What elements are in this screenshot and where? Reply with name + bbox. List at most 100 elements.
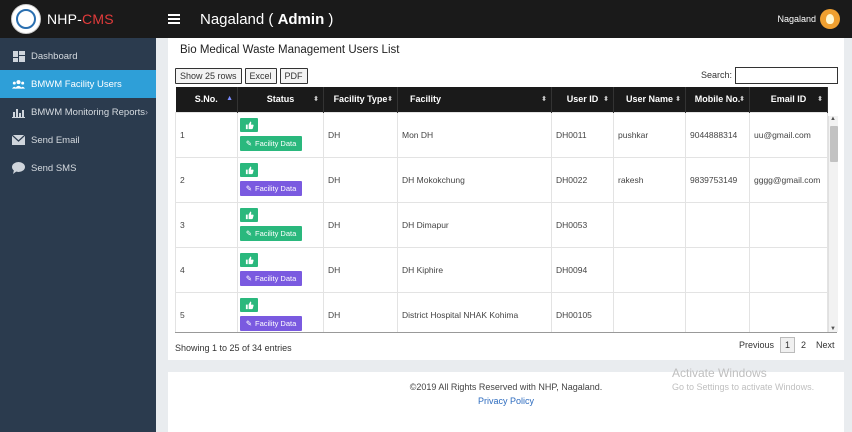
column-header-status[interactable]: Status ⬍ bbox=[237, 87, 324, 112]
column-header-facility[interactable]: Facility ⬍ bbox=[397, 87, 552, 112]
sort-icon: ⬍ bbox=[387, 96, 393, 103]
sidebar-item-dashboard[interactable]: Dashboard bbox=[0, 42, 156, 70]
sort-asc-icon: ▲ bbox=[226, 95, 233, 102]
privacy-policy-link[interactable]: Privacy Policy bbox=[168, 396, 844, 406]
pencil-icon: ✎ bbox=[245, 319, 253, 328]
users-table-wrapper: S.No. ▲ Status ⬍ Facility Type ⬍ Facility ⬍ … bbox=[175, 87, 837, 333]
column-header-user-name[interactable]: User Name ⬍ bbox=[613, 87, 686, 112]
sidebar-item-label: BMWM Facility Users bbox=[31, 78, 122, 90]
table-scrollbar[interactable]: ▲ ▼ bbox=[828, 116, 838, 332]
nhp-logo[interactable] bbox=[11, 4, 41, 34]
cell-email bbox=[749, 246, 828, 293]
thumbs-up-icon[interactable] bbox=[240, 253, 258, 267]
facility-data-label: Facility Data bbox=[255, 319, 297, 328]
menu-toggle-icon[interactable] bbox=[168, 14, 180, 24]
cell-mobile bbox=[685, 246, 750, 293]
pdf-button[interactable]: PDF bbox=[279, 68, 308, 84]
column-header-facility-type[interactable]: Facility Type ⬍ bbox=[323, 87, 398, 112]
column-header-user-id[interactable]: User ID ⬍ bbox=[551, 87, 614, 112]
show-rows-button[interactable]: Show 25 rows bbox=[175, 68, 242, 84]
thumbs-up-icon[interactable] bbox=[240, 298, 258, 312]
cell-sno: 3 bbox=[175, 201, 238, 248]
cell-facility: DH Kiphire bbox=[397, 246, 552, 293]
cell-status: ✎ Facility Data bbox=[237, 111, 324, 158]
cell-mobile bbox=[685, 201, 750, 248]
facility-data-button[interactable]: ✎ Facility Data bbox=[240, 226, 302, 241]
sort-icon: ⬍ bbox=[541, 96, 547, 103]
sort-icon: ⬍ bbox=[675, 96, 681, 103]
cell-email bbox=[749, 201, 828, 248]
facility-data-button[interactable]: ✎ Facility Data bbox=[240, 271, 302, 286]
user-name: Nagaland bbox=[777, 14, 816, 24]
users-icon bbox=[12, 79, 25, 90]
bar-chart-icon bbox=[12, 107, 25, 118]
page-button-1[interactable]: 1 bbox=[780, 337, 796, 353]
facility-data-button[interactable]: ✎ Facility Data bbox=[240, 181, 302, 196]
table-header-row: S.No. ▲ Status ⬍ Facility Type ⬍ Facility ⬍ … bbox=[175, 87, 828, 112]
cell-mobile bbox=[685, 291, 750, 332]
column-header-mobile[interactable]: Mobile No. ⬍ bbox=[685, 87, 750, 112]
sidebar-item-send-sms[interactable]: Send SMS bbox=[0, 154, 156, 182]
excel-button[interactable]: Excel bbox=[244, 68, 277, 84]
cell-status: ✎ Facility Data bbox=[237, 291, 324, 332]
thumbs-up-icon[interactable] bbox=[240, 118, 258, 132]
cell-facility-type: DH bbox=[323, 201, 398, 248]
sort-icon: ⬍ bbox=[313, 96, 319, 103]
watermark-title: Activate Windows bbox=[672, 366, 767, 380]
page-button-2[interactable]: 2 bbox=[797, 338, 810, 352]
cell-user-id: DH0011 bbox=[551, 111, 614, 158]
facility-data-label: Facility Data bbox=[255, 184, 297, 193]
sort-icon: ⬍ bbox=[603, 96, 609, 103]
facility-data-label: Facility Data bbox=[255, 139, 297, 148]
cell-sno: 4 bbox=[175, 246, 238, 293]
search-input[interactable] bbox=[735, 67, 838, 84]
pencil-icon: ✎ bbox=[245, 274, 253, 283]
user-menu[interactable]: Nagaland bbox=[777, 9, 840, 29]
pagination: Previous 1 2 Next bbox=[735, 337, 839, 353]
cell-status: ✎ Facility Data bbox=[237, 201, 324, 248]
sidebar-item-label: BMWM Monitoring Reports bbox=[31, 106, 146, 118]
sort-icon: ⬍ bbox=[739, 96, 745, 103]
scroll-down-icon[interactable]: ▼ bbox=[830, 326, 836, 332]
scroll-up-icon[interactable]: ▲ bbox=[830, 116, 836, 122]
sidebar-item-send-email[interactable]: Send Email bbox=[0, 126, 156, 154]
facility-data-button[interactable]: ✎ Facility Data bbox=[240, 316, 302, 331]
column-header-sno[interactable]: S.No. ▲ bbox=[175, 87, 238, 112]
cell-user-id: DH00105 bbox=[551, 291, 614, 332]
sidebar-item-bmwm-monitoring-reports[interactable]: BMWM Monitoring Reports › bbox=[0, 98, 156, 126]
sidebar-item-bmwm-facility-users[interactable]: BMWM Facility Users bbox=[0, 70, 156, 98]
previous-page-button[interactable]: Previous bbox=[735, 338, 778, 352]
pencil-icon: ✎ bbox=[245, 229, 253, 238]
next-page-button[interactable]: Next bbox=[812, 338, 839, 352]
sidebar: NHP-CMS Dashboard BMWM Facility Users BM… bbox=[0, 0, 156, 432]
cell-facility: DH Mokokchung bbox=[397, 156, 552, 203]
table-row: 3 ✎ Facility Data DH DH Dimapur DH0053 bbox=[175, 201, 828, 248]
column-header-email[interactable]: Email ID ⬍ bbox=[749, 87, 828, 112]
table-row: 1 ✎ Facility Data DH Mon DH DH0011 pushkar 9044… bbox=[175, 111, 828, 158]
facility-data-label: Facility Data bbox=[255, 274, 297, 283]
thumbs-up-icon[interactable] bbox=[240, 208, 258, 222]
sidebar-item-label: Send Email bbox=[31, 134, 80, 146]
search-label: Search: bbox=[701, 70, 733, 80]
table-row: 2 ✎ Facility Data DH DH Mokokchung DH0022 rake… bbox=[175, 156, 828, 203]
cell-facility: Mon DH bbox=[397, 111, 552, 158]
pencil-icon: ✎ bbox=[245, 139, 253, 148]
table-body: 1 ✎ Facility Data DH Mon DH DH0011 pushkar 9044… bbox=[175, 111, 828, 332]
facility-data-button[interactable]: ✎ Facility Data bbox=[240, 136, 302, 151]
brand-title: NHP-CMS bbox=[47, 11, 114, 27]
cell-user-name bbox=[613, 291, 686, 332]
sidebar-item-label: Send SMS bbox=[31, 162, 77, 174]
lightbulb-avatar-icon bbox=[820, 9, 840, 29]
export-buttons: Show 25 rows Excel PDF bbox=[175, 68, 308, 84]
facility-data-label: Facility Data bbox=[255, 229, 297, 238]
cell-facility-type: DH bbox=[323, 156, 398, 203]
users-panel: Bio Medical Waste Management Users List … bbox=[168, 38, 844, 360]
thumbs-up-icon[interactable] bbox=[240, 163, 258, 177]
envelope-icon bbox=[12, 135, 25, 146]
scrollbar-thumb[interactable] bbox=[830, 126, 838, 162]
page-header-title: Nagaland ( Admin ) bbox=[200, 10, 334, 28]
cell-email bbox=[749, 291, 828, 332]
cell-sno: 1 bbox=[175, 111, 238, 158]
dashboard-icon bbox=[12, 50, 25, 62]
cell-sno: 2 bbox=[175, 156, 238, 203]
